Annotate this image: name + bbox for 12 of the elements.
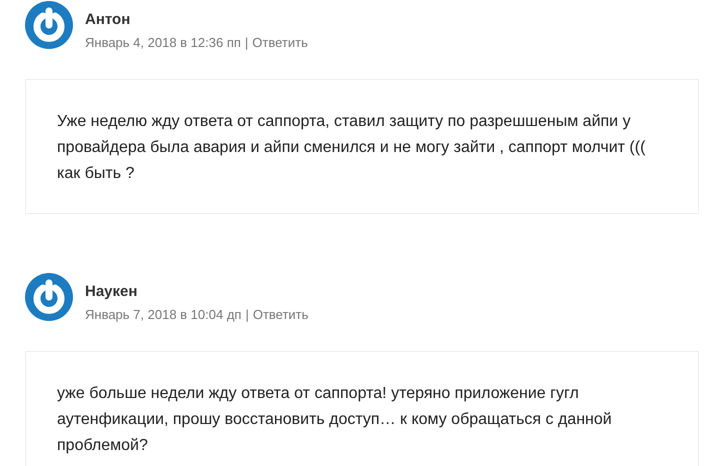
comment-text: Уже неделю жду ответа от саппорта, ставил защиту по разрешшеным айпи у провайдера была авария и айпи сменился и не могу зайти , саппорт молчит ((( как быть ?: [57, 112, 646, 184]
comment-text: уже больше недели жду ответа от саппорта! утеряно приложение гугл аутенфикации, прошу восстановить доступ… к кому обращаться с данной проблемой?: [57, 384, 613, 456]
reply-link[interactable]: Ответить: [252, 305, 308, 325]
reply-link[interactable]: Ответить: [252, 33, 308, 53]
separator: |: [244, 34, 248, 52]
comment-date[interactable]: Январь 7, 2018 в 10:04 дп: [85, 305, 242, 325]
avatar-icon: [25, 1, 73, 49]
comment-date[interactable]: Январь 4, 2018 в 12:36 пп: [85, 33, 241, 53]
separator: |: [245, 306, 249, 324]
author-name: Антон: [85, 10, 132, 30]
author-name: Наукен: [85, 282, 138, 302]
avatar-icon: [25, 273, 73, 321]
